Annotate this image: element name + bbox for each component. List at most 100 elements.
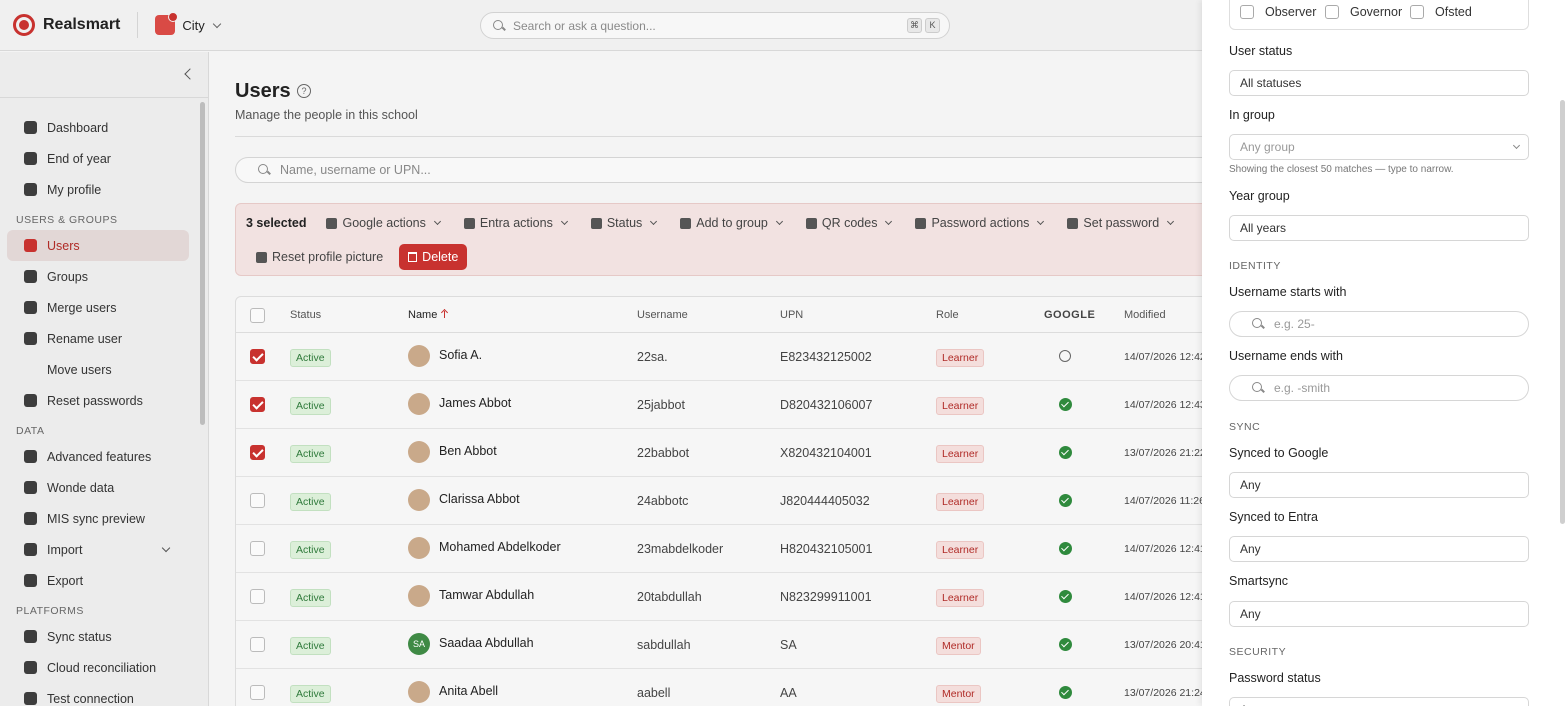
column-username[interactable]: Username (637, 309, 688, 321)
sidebar-scrollbar[interactable] (200, 102, 205, 425)
sidebar-item-rename-user[interactable]: Rename user (7, 323, 189, 354)
user-name-link[interactable]: Tamwar Abdullah (439, 588, 534, 602)
synced-to-google-select[interactable]: Any (1229, 472, 1529, 498)
column-modified[interactable]: Modified (1124, 309, 1166, 321)
sidebar-item-mis-sync-preview[interactable]: MIS sync preview (7, 503, 189, 534)
sidebar-item-wonde-data[interactable]: Wonde data (7, 472, 189, 503)
filter-panel-scrollbar[interactable] (1560, 100, 1565, 524)
entra-actions-button[interactable]: Entra actions (463, 216, 568, 230)
row-checkbox[interactable] (250, 685, 265, 700)
sidebar-item-end-of-year[interactable]: End of year (7, 143, 189, 174)
user-search-input[interactable]: Name, username or UPN... (235, 157, 1202, 183)
row-checkbox[interactable] (250, 349, 265, 364)
sidebar-item-label: Import (47, 542, 83, 557)
sidebar-item-import[interactable]: Import (7, 534, 189, 565)
table-row[interactable]: Active Mohamed Abdelkoder 23mabdelkoder H82… (236, 525, 1202, 573)
username-cell: 22sa. (637, 350, 668, 364)
google-synced-icon (1059, 446, 1072, 459)
sidebar-item-export[interactable]: Export (7, 565, 189, 596)
school-switcher[interactable]: City (155, 12, 222, 35)
set-password-button[interactable]: Set password (1067, 216, 1175, 230)
search-icon (493, 19, 505, 32)
chevron-down-icon (560, 217, 568, 226)
role-badge: Learner (936, 541, 985, 559)
role-governor-checkbox[interactable]: Governor (1325, 5, 1402, 19)
global-search[interactable]: Search or ask a question... ⌘ K (480, 12, 950, 39)
add-to-group-button[interactable]: Add to group (680, 216, 783, 230)
reset-profile-picture-button[interactable]: Reset profile picture (256, 250, 383, 264)
password-actions-button[interactable]: Password actions (915, 216, 1045, 230)
smartsync-select[interactable]: Any (1229, 601, 1529, 627)
qr-codes-button[interactable]: QR codes (805, 216, 893, 230)
user-name-link[interactable]: Clarissa Abbot (439, 492, 520, 506)
help-icon[interactable]: ? (297, 84, 311, 98)
row-checkbox[interactable] (250, 397, 265, 412)
row-checkbox[interactable] (250, 541, 265, 556)
status-button[interactable]: Status (590, 216, 658, 230)
username-ends-with-input[interactable]: e.g. -smith (1229, 375, 1529, 401)
google-synced-icon (1059, 638, 1072, 651)
user-name-link[interactable]: Saadaa Abdullah (439, 636, 534, 650)
row-checkbox[interactable] (250, 637, 265, 652)
sidebar-item-dashboard[interactable]: Dashboard (7, 112, 189, 143)
column-status[interactable]: Status (290, 309, 321, 321)
delete-button[interactable]: Delete (399, 244, 468, 270)
sidebar-section-users-groups: USERS & GROUPS (16, 214, 118, 226)
sidebar-item-cloud-reconciliation[interactable]: Cloud reconciliation (7, 652, 189, 683)
role-badge: Learner (936, 589, 985, 607)
user-status-select[interactable]: All statuses (1229, 70, 1529, 96)
sidebar-item-groups[interactable]: Groups (7, 261, 189, 292)
username-starts-with-input[interactable]: e.g. 25- (1229, 311, 1529, 337)
row-checkbox[interactable] (250, 493, 265, 508)
bulk-action-bar: 3 selected Google actions Entra actions … (235, 203, 1202, 276)
sidebar-item-test-connection[interactable]: Test connection (7, 683, 189, 706)
sidebar-item-my-profile[interactable]: My profile (7, 174, 189, 205)
synced-to-entra-select[interactable]: Any (1229, 536, 1529, 562)
password-status-select[interactable]: Any (1229, 697, 1529, 706)
modified-cell: 13/07/2026 21:22 (1124, 447, 1202, 459)
cloud-icon (24, 481, 37, 494)
table-row[interactable]: Active Sofia A. 22sa. E823432125002 Learner 1… (236, 333, 1202, 381)
table-row[interactable]: Active Tamwar Abdullah 20tabdullah N8232999… (236, 573, 1202, 621)
sidebar-item-merge-users[interactable]: Merge users (7, 292, 189, 323)
user-name-link[interactable]: James Abbot (439, 396, 511, 410)
collapse-sidebar-button[interactable] (184, 68, 196, 80)
sidebar-item-reset-passwords[interactable]: Reset passwords (7, 385, 189, 416)
sidebar-item-sync-status[interactable]: Sync status (7, 621, 189, 652)
in-group-select[interactable]: Any group (1229, 134, 1529, 160)
year-group-select[interactable]: All years (1229, 215, 1529, 241)
sidebar-item-label: Test connection (47, 691, 134, 706)
sidebar-item-users[interactable]: Users (7, 230, 189, 261)
app-logo[interactable]: Realsmart (13, 14, 120, 36)
user-name-link[interactable]: Anita Abell (439, 684, 498, 698)
upn-cell: H820432105001 (780, 542, 873, 556)
column-upn[interactable]: UPN (780, 309, 803, 321)
cmd-key-hint: ⌘ (907, 18, 922, 33)
row-checkbox[interactable] (250, 589, 265, 604)
id-card-icon (24, 183, 37, 196)
sidebar-item-advanced-features[interactable]: Advanced features (7, 441, 189, 472)
column-google[interactable]: GOOGLE (1044, 309, 1095, 321)
google-actions-button[interactable]: Google actions (326, 216, 441, 230)
table-row[interactable]: Active SA Saadaa Abdullah sabdullah SA Mentor… (236, 621, 1202, 669)
user-name-link[interactable]: Ben Abbot (439, 444, 497, 458)
avatar (408, 681, 430, 703)
user-name-link[interactable]: Sofia A. (439, 348, 482, 362)
upn-cell: SA (780, 638, 797, 652)
button-label: Google actions (342, 216, 426, 230)
table-row[interactable]: Active Clarissa Abbot 24abbotc J82044440503… (236, 477, 1202, 525)
table-row[interactable]: Active Ben Abbot 22babbot X820432104001 Lear… (236, 429, 1202, 477)
role-ofsted-checkbox[interactable]: Ofsted (1410, 5, 1472, 19)
role-observer-checkbox[interactable]: Observer (1240, 5, 1316, 19)
sidebar-item-move-users[interactable]: Move users (7, 354, 189, 385)
user-name-link[interactable]: Mohamed Abdelkoder (439, 540, 561, 554)
row-checkbox[interactable] (250, 445, 265, 460)
select-all-checkbox[interactable] (250, 308, 265, 323)
table-row[interactable]: Active Anita Abell aabell AA Mentor 13/07/202… (236, 669, 1202, 706)
column-name[interactable]: Name (408, 309, 447, 321)
role-badge: Learner (936, 493, 985, 511)
table-row[interactable]: Active James Abbot 25jabbot D820432106007 Le… (236, 381, 1202, 429)
sidebar-item-label: Merge users (47, 300, 117, 315)
column-role[interactable]: Role (936, 309, 959, 321)
sidebar: Dashboard End of year My profile USERS &… (0, 52, 209, 706)
